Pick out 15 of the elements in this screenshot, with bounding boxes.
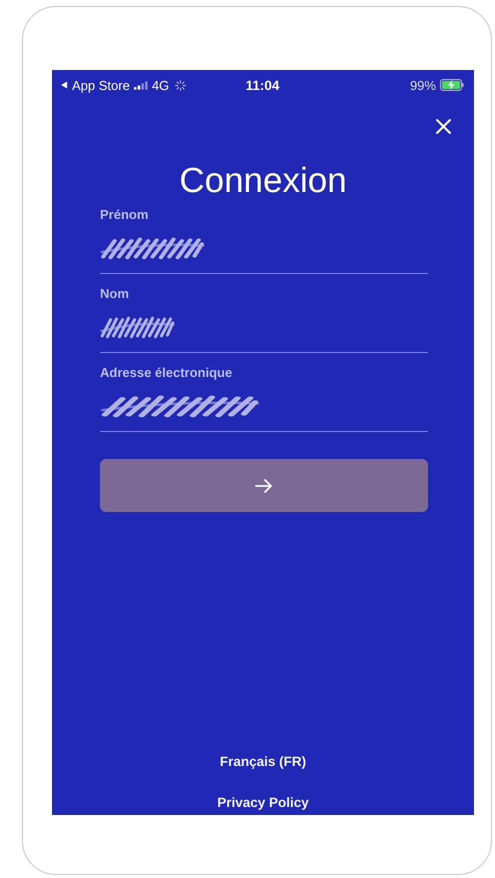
signal-icon xyxy=(134,80,148,90)
language-link[interactable]: Français (FR) xyxy=(220,754,306,770)
clock-time: 11:04 xyxy=(246,78,280,92)
loading-spinner-icon xyxy=(175,80,186,90)
field-label: Nom xyxy=(100,286,130,302)
field-label: Prénom xyxy=(100,207,150,223)
close-icon xyxy=(435,118,452,135)
page-title: Connexion xyxy=(178,161,348,201)
privacy-policy-link[interactable]: Privacy Policy xyxy=(217,795,309,811)
back-triangle-icon[interactable] xyxy=(61,81,68,89)
battery-percent: 99% xyxy=(410,78,436,92)
back-app-label[interactable]: App Store xyxy=(72,78,130,92)
field-label: Adresse électronique xyxy=(100,365,234,381)
network-type: 4G xyxy=(152,78,170,92)
arrow-right-icon xyxy=(255,478,273,494)
